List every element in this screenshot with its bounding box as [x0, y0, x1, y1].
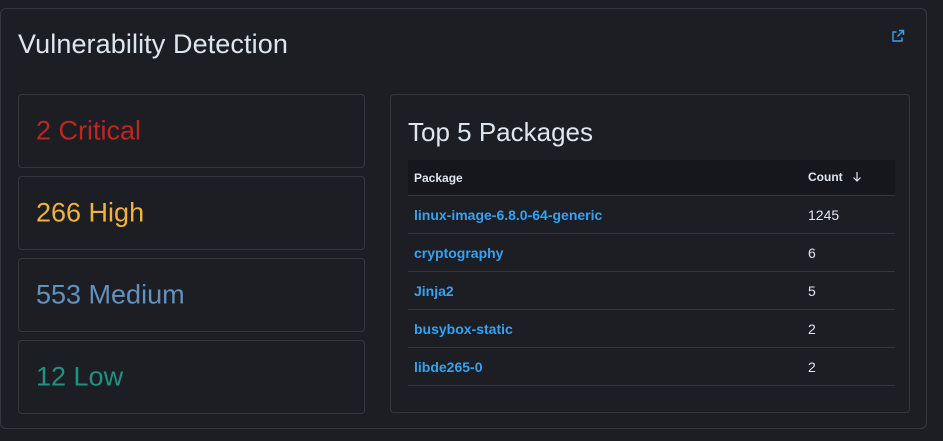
critical-count: 2 Critical [36, 115, 142, 146]
package-column-header[interactable]: Package [408, 160, 802, 196]
low-count-card[interactable]: 12 Low [18, 340, 365, 414]
top-packages-card: Top 5 Packages Package Count linux-image… [390, 94, 910, 413]
package-link[interactable]: linux-image-6.8.0-64-generic [408, 195, 802, 234]
table-row: linux-image-6.8.0-64-generic 1245 [408, 195, 895, 234]
vulnerability-detection-panel: Vulnerability Detection 2 Critical 266 H… [0, 8, 927, 429]
package-count: 2 [802, 309, 895, 348]
high-count-card[interactable]: 266 High [18, 176, 365, 250]
package-link[interactable]: Jinja2 [408, 271, 802, 310]
table-row: cryptography 6 [408, 233, 895, 272]
package-link[interactable]: libde265-0 [408, 347, 802, 386]
table-row: libde265-0 2 [408, 347, 895, 386]
count-column-label: Count [808, 170, 843, 185]
count-column-header[interactable]: Count [802, 160, 895, 196]
high-count: 266 High [36, 197, 145, 228]
panel-title: Vulnerability Detection [18, 29, 288, 59]
low-count: 12 Low [36, 361, 124, 392]
package-column-label: Package [414, 170, 463, 185]
table-row: busybox-static 2 [408, 309, 895, 348]
critical-count-card[interactable]: 2 Critical [18, 94, 365, 168]
package-count: 2 [802, 347, 895, 386]
package-count: 6 [802, 233, 895, 272]
package-count: 5 [802, 271, 895, 310]
top-packages-title: Top 5 Packages [408, 117, 594, 147]
external-link-icon[interactable] [891, 29, 907, 45]
table-row: Jinja2 5 [408, 271, 895, 310]
medium-count-card[interactable]: 553 Medium [18, 258, 365, 332]
medium-count: 553 Medium [36, 279, 185, 310]
packages-table: Package Count linux-image-6.8.0-64-gener… [408, 160, 895, 386]
package-count: 1245 [802, 195, 895, 234]
arrow-down-icon [852, 171, 862, 185]
table-header-row: Package Count [408, 160, 895, 196]
package-link[interactable]: cryptography [408, 233, 802, 272]
package-link[interactable]: busybox-static [408, 309, 802, 348]
